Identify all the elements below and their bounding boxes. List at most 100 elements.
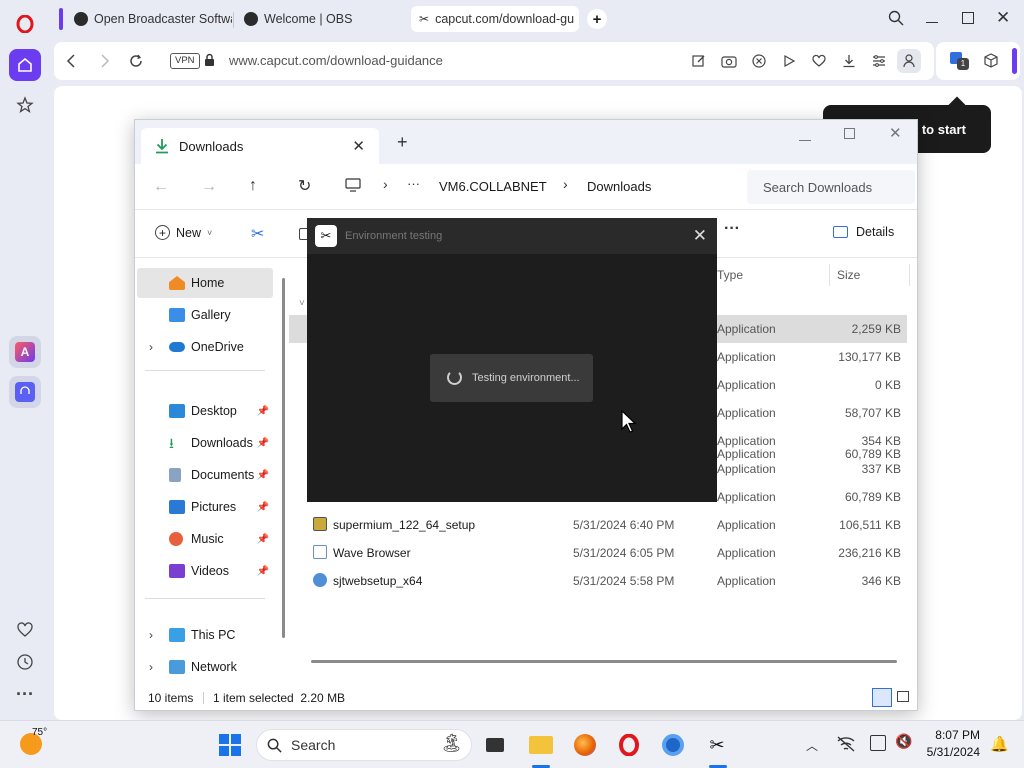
chevron-right-icon[interactable]: › [383,176,388,192]
chevron-right-icon[interactable]: › [149,660,153,674]
nav-item-this-pc[interactable]: › This PC [137,620,273,650]
network-status-icon[interactable] [836,735,856,753]
breadcrumb-overflow[interactable]: ··· [407,176,420,191]
maximize-icon[interactable] [844,128,855,139]
send-to-player-icon[interactable] [780,52,798,70]
adblock-icon[interactable] [750,52,768,70]
tab-obs-software[interactable]: Open Broadcaster Softwa [66,6,232,32]
new-tab-plus-icon[interactable]: + [397,132,408,153]
more-options-icon[interactable]: ··· [9,678,41,710]
start-windows-icon[interactable] [216,731,244,759]
firefox-icon[interactable] [571,731,599,759]
chevron-right-icon[interactable]: › [563,176,568,192]
nav-item-network[interactable]: › Network [137,652,273,682]
opera-taskbar-icon[interactable] [615,731,643,759]
system-clock[interactable]: 8:07 PM 5/31/2024 [918,727,980,761]
chrome-icon[interactable] [659,731,687,759]
obs-favicon-icon [74,12,88,26]
tab-welcome-obs[interactable]: Welcome | OBS [236,6,402,32]
close-dialog-icon[interactable]: ✕ [693,226,707,246]
up-arrow-icon[interactable]: ↑ [249,177,257,195]
tab-capcut[interactable]: ✂ capcut.com/download-gu [411,6,579,32]
nav-item-desktop[interactable]: Desktop 📌 [137,396,273,426]
display-icon[interactable] [870,735,886,751]
new-tab-plus-icon[interactable]: + [587,9,607,29]
taskbar-search-box[interactable]: Search 🏝 [256,729,472,761]
capcut-taskbar-icon[interactable]: ✂ [703,731,731,759]
nav-item-music[interactable]: Music 📌 [137,524,273,554]
close-window-icon[interactable]: ✕ [996,8,1010,28]
chevron-right-icon[interactable]: › [149,340,153,354]
tab-search-icon[interactable] [888,10,904,29]
minimize-icon[interactable] [926,10,940,26]
notification-bell-icon[interactable]: 🔔 [990,735,1009,753]
horizontal-scrollbar[interactable] [311,660,897,663]
details-view-icon[interactable] [872,688,892,707]
explorer-tab-downloads[interactable]: Downloads ✕ [141,128,379,164]
table-row[interactable]: sjtwebsetup_x64 5/31/2024 5:58 PM Applic… [289,567,907,595]
more-options-button[interactable]: ··· [724,220,740,238]
download-icon[interactable] [840,52,858,70]
address-bar: VPN www.capcut.com/download-guidance [54,42,934,80]
nav-scrollbar[interactable] [282,278,285,638]
new-button[interactable]: + New ˅ [155,225,212,240]
snapshot-edit-icon[interactable] [690,52,708,70]
search-highlight-icon: 🏝 [440,733,463,753]
nav-item-gallery[interactable]: Gallery [137,300,273,330]
group-chevron-icon[interactable]: ˅ [299,298,305,309]
weather-temperature[interactable]: 75° [32,727,47,738]
task-view-icon[interactable] [481,731,509,759]
refresh-icon[interactable]: ↻ [298,176,311,196]
forward-arrow-icon[interactable]: → [201,178,217,196]
opera-logo-icon[interactable] [9,8,41,40]
bookmarks-star-icon[interactable] [9,89,41,121]
back-arrow-icon[interactable] [62,52,80,70]
nav-item-documents[interactable]: Documents 📌 [137,460,273,490]
nav-item-videos[interactable]: Videos 📌 [137,556,273,586]
profile-avatar-icon[interactable] [897,49,921,73]
history-clock-icon[interactable] [9,646,41,678]
music-player-app-icon[interactable] [9,376,41,408]
nav-item-pictures[interactable]: Pictures 📌 [137,492,273,522]
table-row[interactable]: supermium_122_64_setup 5/31/2024 6:40 PM… [289,511,907,539]
heart-icon[interactable] [9,614,41,646]
url-text[interactable]: www.capcut.com/download-guidance [229,53,443,68]
easy-setup-icon[interactable] [870,52,888,70]
nav-item-downloads[interactable]: ⭳ Downloads 📌 [137,428,273,458]
home-icon[interactable] [9,49,41,81]
nav-item-home[interactable]: Home [137,268,273,298]
file-explorer-taskbar-icon[interactable] [527,731,555,759]
details-pane-button[interactable]: Details [833,225,894,239]
aria-app-icon[interactable]: A [9,336,41,368]
extensions-cube-icon[interactable] [984,53,998,71]
minimize-icon[interactable] [799,140,811,141]
extension-counter-icon[interactable]: 1 [950,52,969,70]
lock-icon[interactable] [204,53,215,70]
cut-scissors-icon[interactable]: ✂ [251,224,264,244]
column-header-type[interactable]: Type [717,268,743,282]
breadcrumb-root[interactable]: VM6.COLLABNET [439,179,547,194]
chevron-right-icon[interactable]: › [149,628,153,642]
camera-icon[interactable] [720,52,738,70]
favorite-heart-icon[interactable] [810,52,828,70]
vpn-badge[interactable]: VPN [170,53,200,69]
column-header-size[interactable]: Size [837,268,860,282]
restore-icon[interactable] [962,12,974,24]
close-window-icon[interactable]: ✕ [889,124,902,142]
reload-icon[interactable] [127,52,145,70]
search-icon [267,738,282,756]
breadcrumb-current[interactable]: Downloads [587,179,651,194]
forward-arrow-icon[interactable] [96,52,114,70]
chevron-up-icon[interactable]: ︿ [806,737,818,754]
back-arrow-icon[interactable]: ← [153,178,169,196]
nav-divider [145,598,265,599]
this-pc-monitor-icon[interactable] [345,178,361,195]
table-row[interactable]: Wave Browser 5/31/2024 6:05 PM Applicati… [289,539,907,567]
sidebar-toggle-marker[interactable] [1012,48,1017,74]
search-downloads-input[interactable]: Search Downloads [747,170,915,204]
tiles-view-icon[interactable] [897,691,909,702]
volume-muted-icon[interactable]: 🔇 [895,733,912,750]
nav-item-onedrive[interactable]: › OneDrive [137,332,273,362]
extensions-area: 1 [936,42,1020,80]
close-tab-icon[interactable]: ✕ [352,137,365,155]
